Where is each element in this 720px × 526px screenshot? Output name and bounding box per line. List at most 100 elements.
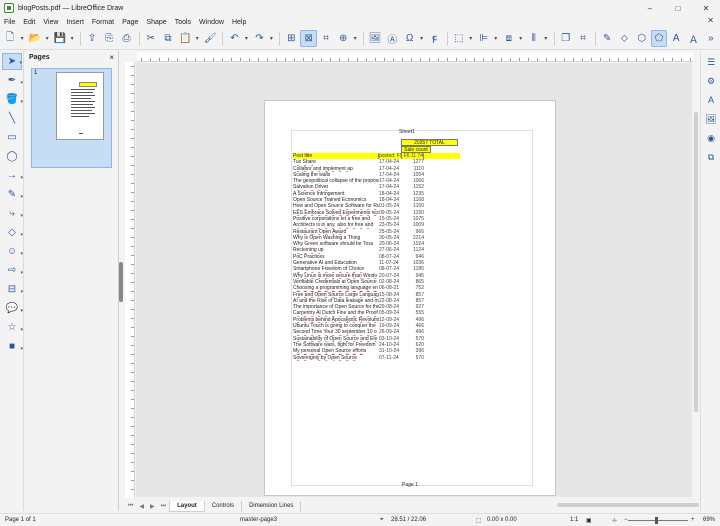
panel-resize-handle[interactable] <box>119 262 123 302</box>
paste-dropdown-icon[interactable]: ▾ <box>194 30 200 47</box>
zoom-percentage[interactable]: 69% <box>703 517 715 523</box>
save-icon[interactable]: 💾 <box>52 30 68 47</box>
toggle-extrusion-icon[interactable]: ⬡ <box>634 30 650 47</box>
block-arrows-icon[interactable]: ⇨ ▾ <box>2 262 23 279</box>
grid-icon[interactable]: ⊞ <box>283 30 299 47</box>
paste-icon[interactable]: 📋 <box>177 30 193 47</box>
export-pdf-icon[interactable]: ⎘ <box>101 30 117 47</box>
first-tab-icon[interactable]: ⏮ <box>128 503 133 510</box>
clone-formatting-icon[interactable]: 🖌 <box>202 30 218 47</box>
arrange-icon[interactable]: ⧈ <box>501 30 517 47</box>
copy-icon[interactable]: ⧉ <box>160 30 176 47</box>
glue-points-icon[interactable]: ⬦ <box>616 30 632 47</box>
next-tab-icon[interactable]: ▶ <box>150 503 155 510</box>
tab-dimension-lines[interactable]: Dimension Lines <box>242 500 302 512</box>
redo-icon[interactable]: ↷ <box>251 30 267 47</box>
snap-to-grid-icon[interactable]: ⊠ <box>300 30 317 47</box>
horizontal-scrollbar[interactable] <box>557 503 699 507</box>
navigator-icon[interactable]: ◉ <box>703 130 719 146</box>
page-thumbnail[interactable] <box>56 72 104 140</box>
select-arrow-icon[interactable]: ➤ ▾ <box>2 53 22 70</box>
more-tools-icon[interactable]: » <box>703 30 719 47</box>
redo-dropdown-icon[interactable]: ▾ <box>269 30 275 47</box>
fontwork-icon[interactable]: Ꞙ <box>426 30 442 47</box>
fontwork-style-icon[interactable]: A <box>668 30 684 47</box>
new-document-icon[interactable]: 🗋 <box>2 30 18 47</box>
helplines-icon[interactable]: ⌗ <box>318 30 334 47</box>
flowchart-icon[interactable]: ⊟ ▾ <box>2 281 23 298</box>
insert-textbox-icon[interactable]: Ⓐ <box>384 30 400 47</box>
lines-arrows-icon[interactable]: → ▾ <box>2 167 23 184</box>
3d-objects-icon[interactable]: ■ ▾ <box>2 338 23 355</box>
distribute-dropdown-icon[interactable]: ▾ <box>543 30 549 47</box>
curves-icon[interactable]: ✎ ▾ <box>2 186 23 203</box>
menu-file[interactable]: File <box>0 19 19 26</box>
menu-edit[interactable]: Edit <box>19 19 39 26</box>
zoom-out-button[interactable]: − <box>624 517 628 523</box>
drawing-canvas[interactable]: Sheet1 2025? TOTAL Sale count Post title… <box>136 63 692 497</box>
open-dropdown-icon[interactable]: ▾ <box>44 30 50 47</box>
menu-shape[interactable]: Shape <box>142 19 170 26</box>
zoom-slider[interactable] <box>628 520 688 521</box>
shapes-icon[interactable]: ⧉ <box>703 149 719 165</box>
stars-icon[interactable]: ☆ ▾ <box>2 319 23 336</box>
connectors-icon[interactable]: ⤷ ▾ <box>2 205 23 222</box>
zoom-dropdown-icon[interactable]: ▾ <box>352 30 358 47</box>
zoom-pan-icon[interactable]: ⊕ <box>335 30 351 47</box>
arrange-dropdown-icon[interactable]: ▾ <box>518 30 524 47</box>
styles-icon[interactable]: A <box>703 92 719 108</box>
page-thumbnail-selected[interactable]: 1 <box>31 68 112 168</box>
zoom-slider-handle[interactable] <box>655 517 658 524</box>
document-page[interactable]: Sheet1 2025? TOTAL Sale count Post title… <box>264 100 556 496</box>
undo-icon[interactable]: ↶ <box>226 30 242 47</box>
export-icon[interactable]: ⇪ <box>84 30 100 47</box>
line-tool-icon[interactable]: ╲ <box>2 110 22 127</box>
fill-color-icon[interactable]: 🪣 ▾ <box>2 91 23 108</box>
vertical-text-icon[interactable]: Ａ <box>685 30 701 47</box>
points-icon[interactable]: ✎ <box>599 30 615 47</box>
align-dropdown-icon[interactable]: ▾ <box>493 30 499 47</box>
callouts-icon[interactable]: 💬 ▾ <box>2 300 23 317</box>
sidebar-menu-icon[interactable]: ☰ <box>703 54 719 70</box>
menu-insert[interactable]: Insert <box>62 19 88 26</box>
vertical-scroll-thumb[interactable] <box>694 112 698 412</box>
previous-tab-icon[interactable]: ◀ <box>139 503 144 510</box>
transformations-icon[interactable]: ⬚ <box>451 30 467 47</box>
menu-format[interactable]: Format <box>88 19 118 26</box>
line-color-icon[interactable]: ✒ ▾ <box>2 72 23 89</box>
special-char-dropdown-icon[interactable]: ▾ <box>419 30 425 47</box>
vertical-ruler[interactable] <box>125 62 135 498</box>
menu-help[interactable]: Help <box>228 19 250 26</box>
ellipse-tool-icon[interactable]: ◯ <box>2 148 22 165</box>
insert-image-icon[interactable]: 🖼 <box>367 30 383 47</box>
maximize-button[interactable]: □ <box>664 0 692 16</box>
tab-controls[interactable]: Controls <box>205 500 243 512</box>
crop-icon[interactable]: ⌗ <box>575 30 591 47</box>
last-tab-icon[interactable]: ⏭ <box>161 503 166 510</box>
undo-dropdown-icon[interactable]: ▾ <box>244 30 250 47</box>
properties-icon[interactable]: ⚙ <box>703 73 719 89</box>
horizontal-ruler[interactable] <box>137 52 693 62</box>
menu-tools[interactable]: Tools <box>171 19 195 26</box>
transform-dropdown-icon[interactable]: ▾ <box>468 30 474 47</box>
zoom-in-button[interactable]: + <box>691 517 695 523</box>
vertical-scrollbar[interactable] <box>693 62 699 498</box>
close-window-button[interactable]: ✕ <box>692 0 720 16</box>
close-panel-icon[interactable]: × <box>109 53 114 62</box>
gallery-icon[interactable]: 🖼 <box>703 111 719 127</box>
open-folder-icon[interactable]: 📂 <box>27 30 43 47</box>
special-character-icon[interactable]: Ω <box>402 30 418 47</box>
symbol-shapes-icon[interactable]: ☺ ▾ <box>2 243 23 260</box>
menu-view[interactable]: View <box>39 19 62 26</box>
new-dropdown-icon[interactable]: ▾ <box>19 30 25 47</box>
minimize-button[interactable]: – <box>636 0 664 16</box>
basic-shapes-icon[interactable]: ◇ ▾ <box>2 224 23 241</box>
save-dropdown-icon[interactable]: ▾ <box>69 30 75 47</box>
cut-icon[interactable]: ✂ <box>143 30 159 47</box>
shadow-icon[interactable]: ❐ <box>558 30 574 47</box>
print-icon[interactable]: ⎙ <box>118 30 134 47</box>
close-document-button[interactable]: ✕ <box>707 16 714 25</box>
rectangle-tool-icon[interactable]: ▭ <box>2 129 22 146</box>
menu-page[interactable]: Page <box>118 19 142 26</box>
distribute-icon[interactable]: ⫴ <box>526 30 542 47</box>
